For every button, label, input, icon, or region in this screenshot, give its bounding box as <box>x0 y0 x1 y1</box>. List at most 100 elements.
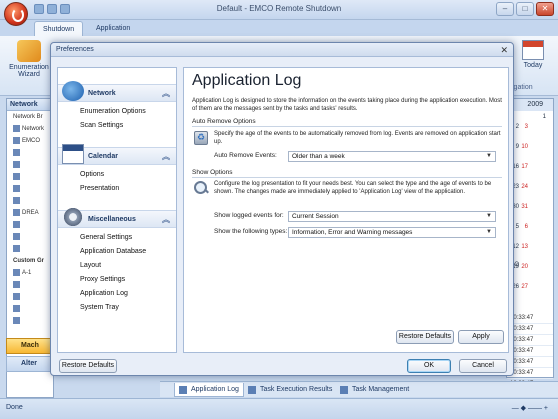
enumeration-wizard-button[interactable]: Enumeration Wizard <box>6 40 52 78</box>
custom-group-item[interactable] <box>7 291 53 303</box>
nav-item-layout[interactable]: Layout <box>58 259 176 273</box>
nav-group-calendar[interactable]: Calendar ︽ <box>58 144 176 166</box>
tab-label: Task Execution Results <box>260 386 333 393</box>
tree-item[interactable] <box>7 243 53 255</box>
nav-item-scan-settings[interactable]: Scan Settings <box>58 119 176 133</box>
machines-bar[interactable]: Mach <box>6 338 54 354</box>
tab-task-execution-results[interactable]: Task Execution Results <box>244 383 336 397</box>
calendar-day[interactable]: 1 <box>537 112 546 122</box>
tab-label: Task Management <box>352 386 410 393</box>
computer-icon <box>13 220 20 228</box>
computer-icon <box>13 280 20 288</box>
calendar-day[interactable]: 6 <box>519 222 528 232</box>
tree-item[interactable] <box>7 183 53 195</box>
tree-item[interactable] <box>7 159 53 171</box>
application-menu-orb[interactable] <box>4 2 28 26</box>
section-divider <box>192 177 502 178</box>
preferences-dialog: Preferences ✕ Network ︽ Enumeration Opti… <box>50 42 514 376</box>
dialog-title: Preferences <box>56 46 94 53</box>
tree-item-label: Network <box>22 126 45 132</box>
ok-button[interactable]: OK <box>407 359 451 373</box>
restore-defaults-page-button[interactable]: Restore Defaults <box>396 330 454 344</box>
maximize-button[interactable]: □ <box>516 2 534 16</box>
calendar-day[interactable]: 17 <box>519 162 528 172</box>
computer-icon <box>13 124 20 132</box>
calendar-day[interactable]: 3 <box>519 122 528 132</box>
custom-group-item[interactable] <box>7 315 53 327</box>
app-title: Default - EMCO Remote Shutdown <box>216 4 342 13</box>
restore-defaults-button[interactable]: Restore Defaults <box>59 359 117 373</box>
auto-remove-select[interactable]: Older than a week ▼ <box>288 151 496 162</box>
tab-application-log[interactable]: Application Log <box>174 383 244 397</box>
tab-application[interactable]: Application <box>88 21 138 36</box>
tree-item[interactable] <box>7 231 53 243</box>
apply-button[interactable]: Apply <box>458 330 504 344</box>
nav-group-label: Calendar <box>88 153 118 160</box>
nav-item-enumeration-options[interactable]: Enumeration Options <box>58 105 176 119</box>
custom-group-item[interactable] <box>7 279 53 291</box>
custom-group-item[interactable] <box>7 303 53 315</box>
nav-item-options[interactable]: Options <box>58 168 176 182</box>
tree-item[interactable]: DREA <box>7 207 53 219</box>
nav-group-miscellaneous[interactable]: Miscellaneous ︽ <box>58 207 176 229</box>
zoom-slider[interactable]: — ◆ —— + <box>512 404 548 412</box>
calendar-day[interactable]: 10 <box>519 142 528 152</box>
calendar-day[interactable]: 13 <box>519 242 528 252</box>
cancel-button[interactable]: Cancel <box>459 359 507 373</box>
calendar-day[interactable]: 27 <box>519 282 528 292</box>
tree-item-label: A-1 <box>22 270 32 276</box>
calendar-day[interactable]: 31 <box>519 202 528 212</box>
tree-item[interactable] <box>7 171 53 183</box>
calendar-week: 16 17 <box>510 152 550 172</box>
nav-item-general-settings[interactable]: General Settings <box>58 231 176 245</box>
tab-task-management[interactable]: Task Management <box>336 383 413 397</box>
tab-shutdown[interactable]: Shutdown <box>34 21 84 36</box>
chevron-down-icon[interactable]: ▼ <box>486 212 492 221</box>
calendar-day[interactable]: 24 <box>519 182 528 192</box>
preferences-nav: Network ︽ Enumeration Options Scan Setti… <box>57 67 177 353</box>
nav-group-label: Network <box>88 90 116 97</box>
today-label: Today <box>523 62 543 69</box>
tree-item[interactable]: EMCO <box>7 135 53 147</box>
alternate-bar[interactable]: Alter <box>6 356 54 372</box>
tree-item[interactable] <box>7 195 53 207</box>
nav-items-calendar: Options Presentation <box>58 165 176 200</box>
magnifier-icon <box>194 181 208 195</box>
ribbon-group-label: igation <box>512 84 533 91</box>
chevron-down-icon[interactable]: ▼ <box>486 228 492 237</box>
auto-remove-text: Specify the age of the events to be auto… <box>214 131 501 145</box>
select-value: Older than a week <box>292 153 345 160</box>
chevron-up-icon[interactable]: ︽ <box>162 148 170 166</box>
nav-item-presentation[interactable]: Presentation <box>58 182 176 196</box>
calendar-week: 26 27 <box>510 272 550 292</box>
chevron-up-icon[interactable]: ︽ <box>162 211 170 229</box>
tree-item[interactable]: Network <box>7 123 53 135</box>
computer-icon <box>13 184 20 192</box>
results-icon <box>248 386 256 394</box>
custom-group-item[interactable]: A-1 <box>7 267 53 279</box>
nav-group-network[interactable]: Network ︽ <box>58 81 176 103</box>
page-title: Application Log <box>192 72 302 89</box>
chevron-up-icon[interactable]: ︽ <box>162 85 170 103</box>
event-types-select[interactable]: Information, Error and Warning messages … <box>288 227 496 238</box>
close-icon[interactable]: ✕ <box>500 44 508 56</box>
wizard-label-line1: Enumeration <box>9 64 49 71</box>
chevron-down-icon[interactable]: ▼ <box>486 152 492 161</box>
calendar-week: 30 31 <box>510 192 550 212</box>
minimize-button[interactable]: – <box>496 2 514 16</box>
calendar-week: 12 3 <box>510 112 550 132</box>
tasks-icon <box>340 386 348 394</box>
calendar-icon <box>522 40 544 60</box>
close-window-button[interactable]: ✕ <box>536 2 554 16</box>
tree-item[interactable] <box>7 219 53 231</box>
computer-icon <box>13 268 20 276</box>
nav-item-proxy-settings[interactable]: Proxy Settings <box>58 273 176 287</box>
select-value: Information, Error and Warning messages <box>292 229 413 236</box>
nav-item-application-log[interactable]: Application Log <box>58 287 176 301</box>
nav-item-system-tray[interactable]: System Tray <box>58 301 176 315</box>
tree-item[interactable] <box>7 147 53 159</box>
logged-events-select[interactable]: Current Session ▼ <box>288 211 496 222</box>
today-button[interactable]: Today <box>512 40 554 69</box>
nav-item-application-database[interactable]: Application Database <box>58 245 176 259</box>
computer-icon <box>13 160 20 168</box>
